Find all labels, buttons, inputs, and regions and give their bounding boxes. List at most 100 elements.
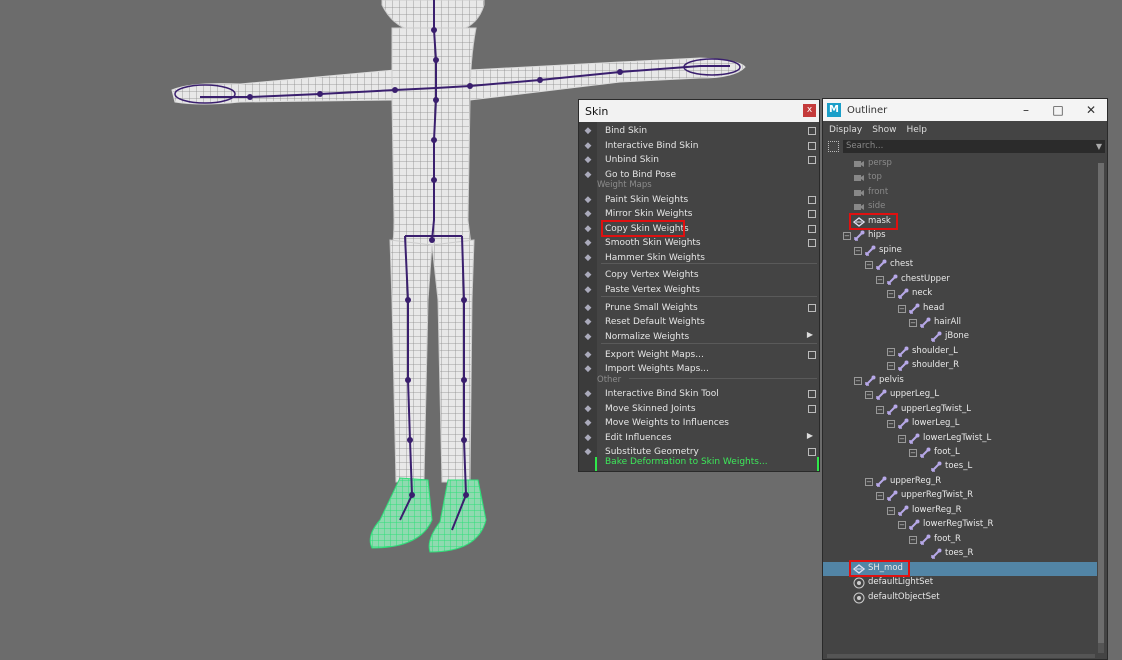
menu-item-copy-vertex-weights[interactable]: ◆ Copy Vertex Weights: [579, 268, 819, 282]
expand-toggle-icon[interactable]: −: [887, 290, 895, 299]
expand-toggle-icon[interactable]: −: [887, 347, 895, 356]
close-icon[interactable]: x: [803, 104, 816, 117]
menu-item-mirror-skin-weights[interactable]: ◆ Mirror Skin Weights: [579, 207, 819, 221]
expand-toggle-icon[interactable]: −: [898, 434, 906, 443]
expand-toggle-icon[interactable]: −: [876, 492, 884, 501]
outliner-node-defaultlightset[interactable]: defaultLightSet: [823, 576, 1097, 590]
outliner-node-chestupper[interactable]: − chestUpper: [823, 273, 1097, 287]
joint-icon: [865, 245, 876, 256]
outliner-titlebar[interactable]: M Outliner – □ ✕: [823, 99, 1107, 121]
outliner-node-label: spine: [879, 244, 902, 255]
select-icon[interactable]: [828, 141, 839, 152]
outliner-node-upperlegtwist-l[interactable]: − upperLegTwist_L: [823, 403, 1097, 417]
expand-toggle-icon[interactable]: −: [887, 506, 895, 515]
outliner-node-toes-l[interactable]: toes_L: [823, 460, 1097, 474]
menu-item-normalize-weights[interactable]: ◆ Normalize Weights ▶: [579, 330, 819, 344]
outliner-node-top[interactable]: top: [823, 171, 1097, 185]
option-box-icon[interactable]: [808, 390, 816, 398]
expand-toggle-icon[interactable]: −: [854, 246, 862, 255]
option-box-icon[interactable]: [808, 142, 816, 150]
expand-toggle-icon[interactable]: −: [909, 535, 917, 544]
outliner-node-lowerreg-r[interactable]: − lowerReg_R: [823, 504, 1097, 518]
menu-item-bind-skin[interactable]: ◆ Bind Skin: [579, 124, 819, 138]
search-input[interactable]: Search... ▼: [843, 140, 1105, 153]
outliner-node-upperregtwist-r[interactable]: − upperRegTwist_R: [823, 489, 1097, 503]
option-box-icon[interactable]: [808, 405, 816, 413]
highlight-copy-skin-weights: [601, 220, 685, 237]
scrollbar-thumb[interactable]: [1098, 163, 1104, 643]
menu-item-paint-skin-weights[interactable]: ◆ Paint Skin Weights: [579, 193, 819, 207]
outliner-node-sh-mod[interactable]: SH_mod: [823, 559, 1097, 577]
expand-toggle-icon[interactable]: −: [876, 275, 884, 284]
outliner-node-foot-r[interactable]: − foot_R: [823, 533, 1097, 547]
bake-deformation-item[interactable]: Bake Deformation to Skin Weights...: [595, 457, 819, 471]
expand-toggle-icon[interactable]: −: [909, 318, 917, 327]
outliner-node-defaultobjectset[interactable]: defaultObjectSet: [823, 591, 1097, 605]
outliner-node-shoulder-r[interactable]: − shoulder_R: [823, 359, 1097, 373]
menu-item-label: Hammer Skin Weights: [605, 253, 705, 263]
vertical-scrollbar[interactable]: [1098, 163, 1104, 653]
menu-item-smooth-skin-weights[interactable]: ◆ Smooth Skin Weights: [579, 236, 819, 250]
outliner-node-foot-l[interactable]: − foot_L: [823, 446, 1097, 460]
option-box-icon[interactable]: [808, 239, 816, 247]
menu-show[interactable]: Show: [872, 125, 896, 135]
expand-toggle-icon[interactable]: −: [865, 261, 873, 270]
menu-display[interactable]: Display: [829, 125, 862, 135]
outliner-node-lowerregtwist-r[interactable]: − lowerRegTwist_R: [823, 518, 1097, 532]
outliner-node-chest[interactable]: − chest: [823, 258, 1097, 272]
expand-toggle-icon[interactable]: −: [843, 232, 851, 241]
outliner-node-hips[interactable]: − hips: [823, 229, 1097, 243]
horizontal-scrollbar[interactable]: [827, 654, 1095, 658]
expand-toggle-icon[interactable]: −: [898, 304, 906, 313]
option-box-icon[interactable]: [808, 448, 816, 456]
expand-toggle-icon[interactable]: −: [865, 391, 873, 400]
outliner-node-pelvis[interactable]: − pelvis: [823, 374, 1097, 388]
option-box-icon[interactable]: [808, 304, 816, 312]
menu-help[interactable]: Help: [906, 125, 927, 135]
menu-item-interactive-bind-skin-tool[interactable]: ◆ Interactive Bind Skin Tool: [579, 387, 819, 401]
outliner-node-mask[interactable]: mask: [823, 212, 1097, 230]
outliner-node-upperleg-l[interactable]: − upperLeg_L: [823, 388, 1097, 402]
minimize-icon[interactable]: –: [1017, 102, 1035, 118]
option-box-icon[interactable]: [808, 196, 816, 204]
expand-toggle-icon[interactable]: −: [854, 376, 862, 385]
option-box-icon[interactable]: [808, 225, 816, 233]
expand-toggle-icon[interactable]: −: [909, 449, 917, 457]
menu-item-export-weight-maps[interactable]: ◆ Export Weight Maps...: [579, 348, 819, 362]
tool-icon: ◆: [584, 433, 592, 443]
close-icon[interactable]: ✕: [1082, 102, 1100, 118]
expand-toggle-icon[interactable]: −: [898, 521, 906, 530]
menu-item-paste-vertex-weights[interactable]: ◆ Paste Vertex Weights: [579, 283, 819, 297]
outliner-node-neck[interactable]: − neck: [823, 287, 1097, 301]
expand-toggle-icon[interactable]: −: [876, 405, 884, 414]
menu-item-edit-influences[interactable]: ◆ Edit Influences ▶: [579, 431, 819, 445]
menu-item-move-skinned-joints[interactable]: ◆ Move Skinned Joints: [579, 402, 819, 416]
outliner-node-shoulder-l[interactable]: − shoulder_L: [823, 345, 1097, 359]
option-box-icon[interactable]: [808, 210, 816, 218]
outliner-node-lowerlegtwist-l[interactable]: − lowerLegTwist_L: [823, 432, 1097, 446]
outliner-node-jbone[interactable]: jBone: [823, 330, 1097, 344]
outliner-node-lowerleg-l[interactable]: − lowerLeg_L: [823, 417, 1097, 431]
menu-item-move-weights-to-influences[interactable]: ◆ Move Weights to Influences: [579, 416, 819, 430]
joint-icon: [909, 303, 920, 314]
expand-toggle-icon[interactable]: −: [887, 420, 895, 429]
option-box-icon[interactable]: [808, 127, 816, 135]
expand-toggle-icon[interactable]: −: [865, 477, 873, 486]
outliner-node-spine[interactable]: − spine: [823, 244, 1097, 258]
option-box-icon[interactable]: [808, 351, 816, 359]
outliner-node-hairall[interactable]: − hairAll: [823, 316, 1097, 330]
outliner-node-front[interactable]: front: [823, 186, 1097, 200]
menu-item-prune-small-weights[interactable]: ◆ Prune Small Weights: [579, 301, 819, 315]
chevron-down-icon[interactable]: ▼: [1096, 140, 1102, 153]
outliner-node-upperreg-r[interactable]: − upperReg_R: [823, 475, 1097, 489]
menu-item-import-weights-maps[interactable]: ◆ Import Weights Maps...: [579, 362, 819, 376]
menu-item-reset-default-weights[interactable]: ◆ Reset Default Weights: [579, 315, 819, 329]
outliner-node-head[interactable]: − head: [823, 302, 1097, 316]
menu-item-interactive-bind-skin[interactable]: ◆ Interactive Bind Skin: [579, 139, 819, 153]
maximize-icon[interactable]: □: [1049, 102, 1067, 118]
skin-menu-titlebar[interactable]: Skin x: [579, 100, 819, 122]
outliner-node-persp[interactable]: persp: [823, 157, 1097, 171]
option-box-icon[interactable]: [808, 156, 816, 164]
menu-item-unbind-skin[interactable]: ◆ Unbind Skin: [579, 153, 819, 167]
expand-toggle-icon[interactable]: −: [887, 362, 895, 371]
